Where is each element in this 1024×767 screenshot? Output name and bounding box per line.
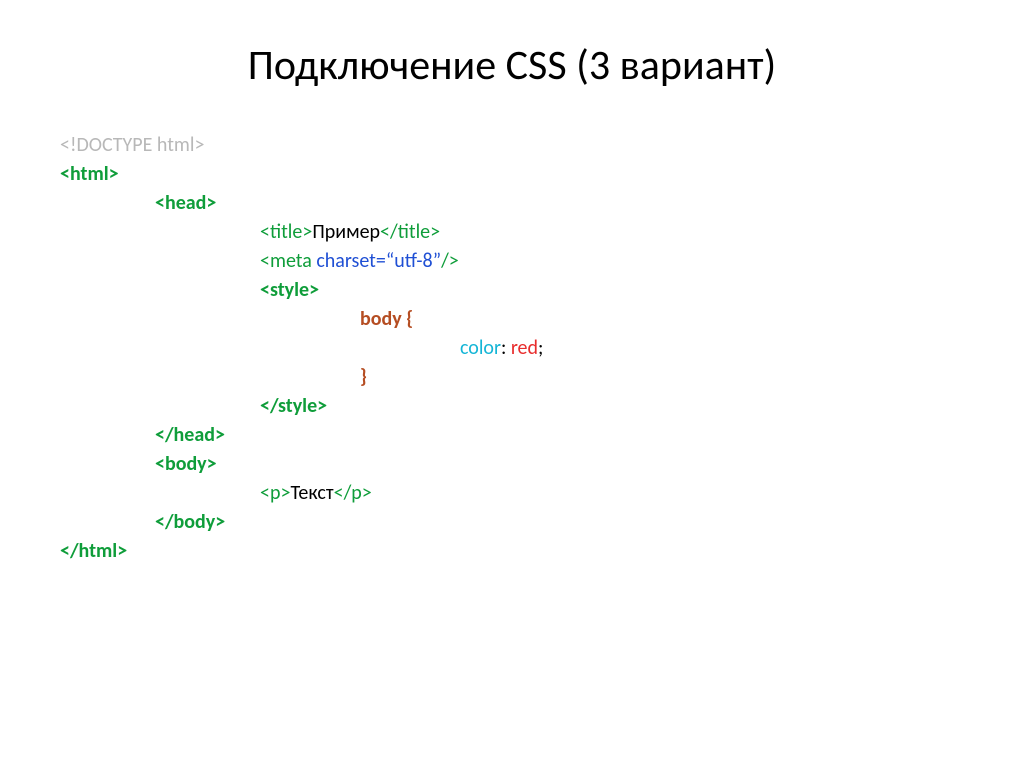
code-css-selector: body { [360,307,413,331]
code-html-open: <html> [60,162,119,186]
code-meta-open: <meta [260,249,316,273]
code-body-close: </body> [155,510,225,534]
slide: Подключение CSS (3 вариант) <!DOCTYPE ht… [0,0,1024,767]
code-line-body-open: <body> [60,450,964,479]
code-head-open: <head> [155,191,216,215]
code-head-close: </head> [155,423,225,447]
code-p-text: Текст [290,481,333,505]
code-line-css-close: } [60,363,964,392]
code-line-p: <p>Текст</p> [60,479,964,508]
code-title-text: Пример [312,220,380,244]
code-doctype: <!DOCTYPE html> [60,133,204,157]
code-line-style-open: <style> [60,276,964,305]
code-line-html-close: </html> [60,537,964,566]
code-block: <!DOCTYPE html> <html> <head> <title>При… [60,131,964,566]
code-line-body-close: </body> [60,508,964,537]
code-css-close-brace: } [360,365,367,389]
code-css-semicolon: ; [538,336,543,360]
code-style-close: </style> [260,394,327,418]
code-meta-attr: charset=“utf-8” [316,249,441,273]
code-line-html-open: <html> [60,160,964,189]
code-title-close: </title> [380,220,440,244]
code-css-colon: : [501,336,511,360]
code-css-value: red [511,336,538,360]
code-line-head-open: <head> [60,189,964,218]
code-style-open: <style> [260,278,319,302]
code-css-prop: color [460,336,501,360]
code-body-open: <body> [155,452,217,476]
code-line-css-rule: color: red; [60,334,964,363]
code-meta-close: /> [441,249,459,273]
code-line-style-close: </style> [60,392,964,421]
code-p-open: <p> [260,481,290,505]
slide-title: Подключение CSS (3 вариант) [60,40,964,91]
code-line-doctype: <!DOCTYPE html> [60,131,964,160]
code-line-css-selector: body { [60,305,964,334]
code-p-close: </p> [334,481,372,505]
code-title-open: <title> [260,220,312,244]
code-line-title: <title>Пример</title> [60,218,964,247]
code-line-head-close: </head> [60,421,964,450]
code-html-close: </html> [60,539,127,563]
code-line-meta: <meta charset=“utf-8”/> [60,247,964,276]
